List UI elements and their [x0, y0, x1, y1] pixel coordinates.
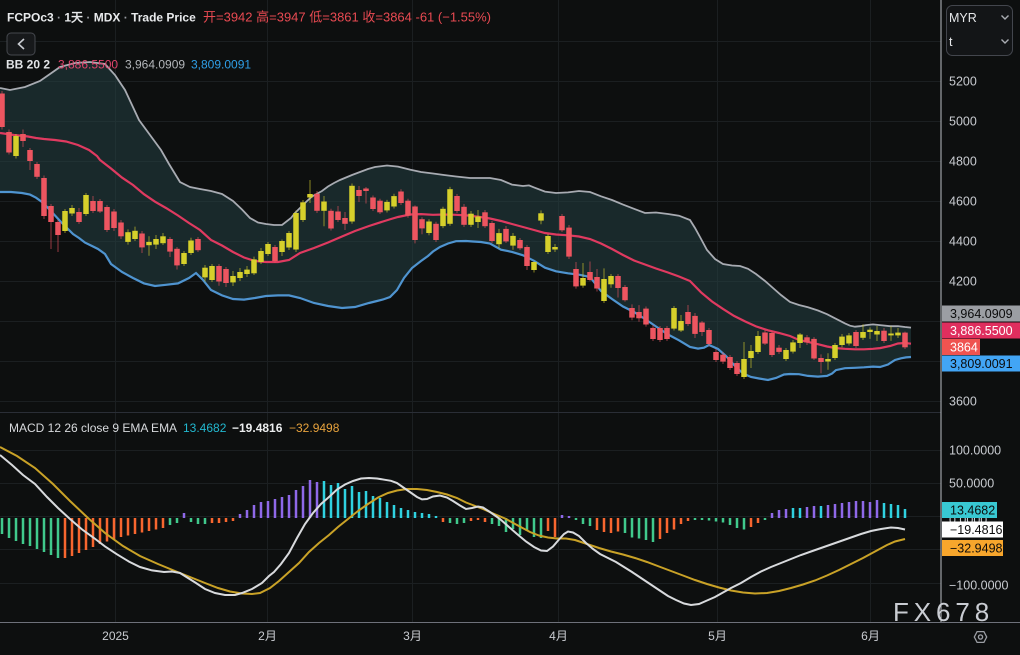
svg-text:13.4682: 13.4682	[183, 421, 227, 435]
svg-text:50.0000: 50.0000	[949, 477, 994, 491]
svg-text:MYR: MYR	[949, 11, 977, 25]
svg-text:5200: 5200	[949, 75, 977, 89]
svg-text:5月: 5月	[708, 629, 727, 643]
svg-text:MACD 12 26 close 9 EMA EMA: MACD 12 26 close 9 EMA EMA	[9, 421, 177, 435]
svg-text:3,886.5500: 3,886.5500	[950, 324, 1013, 338]
svg-text:13.4682: 13.4682	[950, 504, 995, 518]
svg-text:4400: 4400	[949, 235, 977, 249]
svg-text:4月: 4月	[549, 629, 568, 643]
svg-text:3月: 3月	[403, 629, 422, 643]
svg-text:3,964.0909: 3,964.0909	[950, 307, 1013, 321]
svg-text:−32.9498: −32.9498	[950, 542, 1003, 556]
svg-text:100.0000: 100.0000	[949, 444, 1001, 458]
svg-text:−100.0000: −100.0000	[949, 579, 1008, 593]
svg-text:−19.4816: −19.4816	[950, 523, 1003, 537]
svg-text:2025: 2025	[102, 629, 129, 643]
svg-text:2月: 2月	[258, 629, 277, 643]
svg-text:3,964.0909: 3,964.0909	[125, 58, 185, 72]
svg-text:4200: 4200	[949, 275, 977, 289]
svg-text:3,809.0091: 3,809.0091	[950, 357, 1013, 371]
svg-text:开=3942 高=3947 低=3861 收=3864 -6: 开=3942 高=3947 低=3861 收=3864 -61 (−1.55%)	[203, 10, 491, 25]
svg-text:5000: 5000	[949, 115, 977, 129]
svg-text:6月: 6月	[861, 629, 880, 643]
svg-text:FCPOc3 · 1天 · MDX · Trade Pric: FCPOc3 · 1天 · MDX · Trade Price	[7, 11, 196, 25]
svg-text:t: t	[949, 35, 953, 49]
svg-text:4600: 4600	[949, 195, 977, 209]
svg-text:4800: 4800	[949, 155, 977, 169]
svg-text:3,886.5500: 3,886.5500	[58, 58, 118, 72]
svg-text:3864: 3864	[950, 341, 978, 355]
svg-text:FX678: FX678	[893, 597, 994, 627]
svg-text:−19.4816: −19.4816	[232, 421, 283, 435]
svg-text:3,809.0091: 3,809.0091	[191, 58, 251, 72]
svg-text:BB 20 2: BB 20 2	[6, 58, 50, 72]
svg-text:−32.9498: −32.9498	[289, 421, 340, 435]
svg-text:3600: 3600	[949, 395, 977, 409]
